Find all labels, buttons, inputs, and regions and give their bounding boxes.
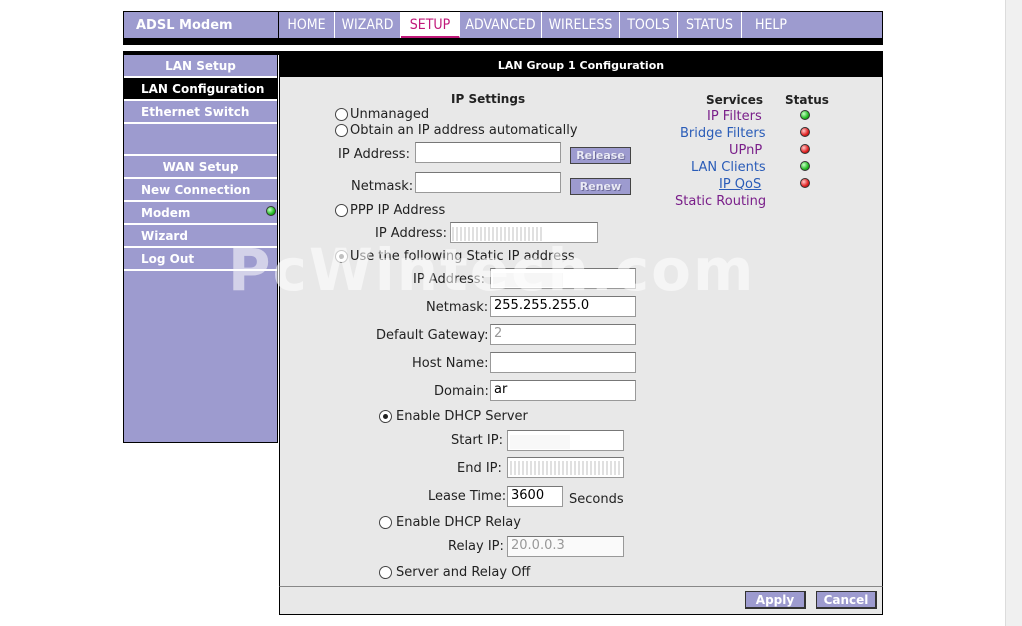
unmanaged-label: Unmanaged <box>350 107 430 122</box>
nav-status[interactable]: STATUS <box>678 12 742 38</box>
static-netmask-label: Netmask: <box>426 300 489 315</box>
static-ip-radio[interactable] <box>335 250 348 263</box>
static-netmask-field[interactable]: 255.255.255.0 <box>490 296 636 317</box>
nav-setup[interactable]: SETUP <box>401 12 460 38</box>
sidebar-item-lan-configuration[interactable]: LAN Configuration <box>124 78 277 101</box>
sidebar-item-modem[interactable]: Modem <box>124 202 277 225</box>
domain-field[interactable]: ar <box>490 380 636 401</box>
sidebar-item-modem-label: Modem <box>141 206 191 220</box>
brand-title: ADSL Modem <box>123 11 278 39</box>
service-ip-qos-link[interactable]: IP QoS <box>719 177 761 192</box>
cancel-button[interactable]: Cancel <box>816 591 877 609</box>
dhcp-netmask-field[interactable] <box>415 172 561 193</box>
service-static-routing-link[interactable]: Static Routing <box>675 194 766 209</box>
sidebar-item-wizard[interactable]: Wizard <box>124 225 277 248</box>
static-ip-label: Use the following Static IP address <box>350 249 575 264</box>
hostname-field[interactable] <box>490 352 636 373</box>
sidebar-item-logout[interactable]: Log Out <box>124 248 277 271</box>
sidebar-item-ethernet-switch[interactable]: Ethernet Switch <box>124 101 277 124</box>
dhcp-relay-label: Enable DHCP Relay <box>396 515 521 530</box>
redacted-start-ip <box>510 435 570 449</box>
dhcp-ip-address-field[interactable] <box>415 142 561 163</box>
release-button[interactable]: Release <box>570 147 631 164</box>
service-upnp-link[interactable]: UPnP <box>729 143 762 158</box>
sidebar-item-new-connection[interactable]: New Connection <box>124 179 277 202</box>
hostname-label: Host Name: <box>412 356 489 371</box>
gateway-field[interactable]: 2 <box>490 324 636 345</box>
ppp-ip-address-label: IP Address: <box>375 226 447 241</box>
sidebar-spacer <box>124 124 277 156</box>
top-nav: HOME WIZARD SETUP ADVANCED WIRELESS TOOL… <box>278 11 883 39</box>
nav-advanced[interactable]: ADVANCED <box>460 12 542 38</box>
static-ip-address-label: IP Address: <box>413 272 485 287</box>
services-heading: Services <box>706 93 764 107</box>
start-ip-label: Start IP: <box>451 433 503 448</box>
lease-time-label: Lease Time: <box>428 489 507 504</box>
sidebar-header-lan: LAN Setup <box>124 55 277 78</box>
window-scrollbar[interactable] <box>1005 0 1022 626</box>
domain-label: Domain: <box>434 384 489 399</box>
relay-off-radio[interactable] <box>379 566 392 579</box>
end-ip-label: End IP: <box>457 461 502 476</box>
unmanaged-radio[interactable] <box>335 108 348 121</box>
service-bridge-filters-link[interactable]: Bridge Filters <box>680 126 765 141</box>
sidebar: LAN Setup LAN Configuration Ethernet Swi… <box>123 55 278 443</box>
nav-wizard[interactable]: WIZARD <box>335 12 401 38</box>
ppp-radio[interactable] <box>335 204 348 217</box>
nav-wireless[interactable]: WIRELESS <box>542 12 620 38</box>
dhcp-server-label: Enable DHCP Server <box>396 409 528 424</box>
bridge-filters-status-icon <box>800 127 810 137</box>
ip-settings-heading: IP Settings <box>451 92 526 106</box>
service-ip-filters-link[interactable]: IP Filters <box>707 109 762 124</box>
nav-tools[interactable]: TOOLS <box>620 12 678 38</box>
lan-clients-status-icon <box>800 161 810 171</box>
panel-title: LAN Group 1 Configuration <box>279 55 883 77</box>
apply-button[interactable]: Apply <box>745 591 806 609</box>
nav-home[interactable]: HOME <box>279 12 335 38</box>
upnp-status-icon <box>800 144 810 154</box>
dhcp-relay-radio[interactable] <box>379 516 392 529</box>
redacted-static-ip <box>493 273 563 287</box>
ip-qos-status-icon <box>800 178 810 188</box>
dhcp-server-radio[interactable] <box>379 410 392 423</box>
relay-ip-field[interactable]: 20.0.0.3 <box>507 536 624 557</box>
modem-status-led-icon <box>266 206 276 216</box>
lease-time-unit: Seconds <box>569 492 624 507</box>
lease-time-field[interactable]: 3600 <box>507 486 563 507</box>
dhcp-netmask-label: Netmask: <box>351 179 414 194</box>
relay-off-label: Server and Relay Off <box>396 565 531 580</box>
renew-button[interactable]: Renew <box>570 178 631 195</box>
status-heading: Status <box>785 93 829 107</box>
obtain-auto-radio[interactable] <box>335 124 348 137</box>
sidebar-header-wan: WAN Setup <box>124 156 277 179</box>
gateway-label: Default Gateway: <box>376 328 489 343</box>
service-lan-clients-link[interactable]: LAN Clients <box>691 160 766 175</box>
dhcp-ip-address-label: IP Address: <box>338 147 410 162</box>
ip-filters-status-icon <box>800 110 810 120</box>
relay-ip-label: Relay IP: <box>448 539 504 554</box>
nav-help[interactable]: HELP <box>742 12 800 38</box>
obtain-auto-label: Obtain an IP address automatically <box>350 123 578 138</box>
ppp-label: PPP IP Address <box>350 203 446 218</box>
redacted-ppp-ip <box>452 227 544 241</box>
redacted-end-ip <box>510 461 620 475</box>
